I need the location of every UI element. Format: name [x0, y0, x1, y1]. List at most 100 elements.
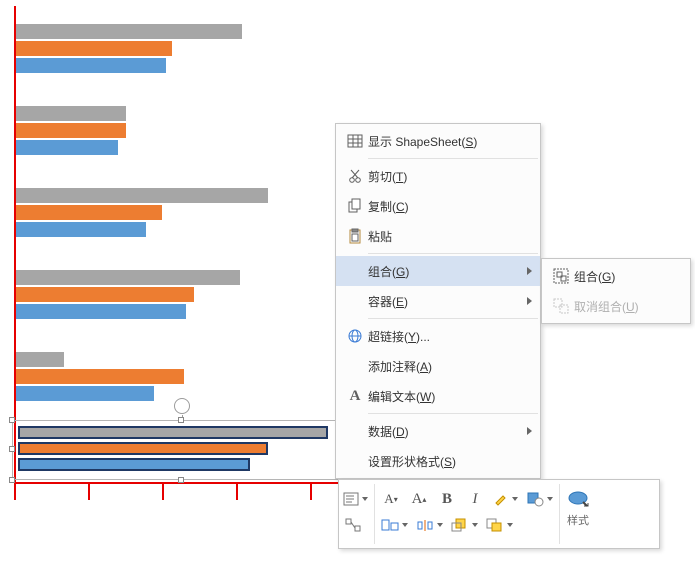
bar[interactable]: [16, 369, 184, 384]
text-icon: A: [342, 386, 368, 406]
selected-bar[interactable]: [18, 442, 268, 455]
resize-handle[interactable]: [178, 477, 184, 483]
highlight-button[interactable]: [493, 488, 518, 510]
context-menu: 显示 ShapeSheet(S) 剪切(T) 复制(C) 粘贴组合(G) 容器(E) 超链…: [335, 123, 541, 479]
selected-bar[interactable]: [18, 426, 328, 439]
menu-item[interactable]: 添加注释(A): [336, 351, 540, 381]
font-shrink-button[interactable]: A▾: [381, 488, 401, 510]
menu-item-label: 粘贴: [368, 228, 520, 245]
resize-handle[interactable]: [9, 477, 15, 483]
bar[interactable]: [16, 205, 162, 220]
bar-group[interactable]: [16, 188, 268, 239]
bar[interactable]: [16, 386, 154, 401]
x-tick: [14, 482, 16, 500]
resize-handle[interactable]: [9, 446, 15, 452]
no-icon: [342, 356, 368, 376]
separator: [368, 413, 538, 414]
menu-item-label: 剪切(T): [368, 168, 520, 185]
menu-item: 取消组合(U): [542, 291, 690, 321]
separator: [368, 158, 538, 159]
no-icon: [342, 451, 368, 471]
resize-handle[interactable]: [9, 417, 15, 423]
submenu-arrow-icon: [527, 427, 532, 435]
menu-item[interactable]: 显示 ShapeSheet(S): [336, 126, 540, 156]
ungroup-icon: [548, 296, 574, 316]
bar-group[interactable]: [16, 270, 240, 321]
bar-group[interactable]: [16, 24, 242, 75]
font-grow-button[interactable]: A▴: [409, 488, 429, 510]
separator: [368, 318, 538, 319]
menu-item-label: 容器(E): [368, 293, 520, 310]
no-icon: [342, 421, 368, 441]
menu-item[interactable]: 数据(D): [336, 416, 540, 446]
resize-handle[interactable]: [178, 417, 184, 423]
styles-label: 样式: [566, 512, 590, 528]
bar[interactable]: [16, 41, 172, 56]
sheet-icon: [342, 131, 368, 151]
menu-item[interactable]: 粘贴: [336, 221, 540, 251]
selected-bar[interactable]: [18, 458, 250, 471]
bring-front-button[interactable]: [451, 514, 478, 536]
menu-item[interactable]: 容器(E): [336, 286, 540, 316]
x-tick: [310, 482, 312, 500]
menu-item[interactable]: 剪切(T): [336, 161, 540, 191]
menu-item[interactable]: 复制(C): [336, 191, 540, 221]
link-icon: [342, 326, 368, 346]
bar[interactable]: [16, 270, 240, 285]
menu-item-label: 添加注释(A): [368, 358, 520, 375]
connector-button[interactable]: [343, 514, 363, 536]
send-back-button[interactable]: [486, 514, 513, 536]
bar-group[interactable]: [16, 106, 126, 157]
selection-box[interactable]: [12, 420, 352, 480]
menu-item-label: 设置形状格式(S): [368, 453, 520, 470]
divider: [374, 484, 375, 544]
bar[interactable]: [16, 24, 242, 39]
format-shape-button[interactable]: [566, 488, 590, 510]
no-icon: [342, 261, 368, 281]
shape-fill-button[interactable]: [526, 488, 553, 510]
bar[interactable]: [16, 287, 194, 302]
paste-icon: [342, 226, 368, 246]
x-tick: [88, 482, 90, 500]
align-button[interactable]: [381, 514, 408, 536]
bar[interactable]: [16, 140, 118, 155]
menu-item-label: 超链接(Y)...: [368, 328, 520, 345]
rotate-handle-icon[interactable]: [174, 398, 190, 414]
menu-item-label: 数据(D): [368, 423, 520, 440]
menu-item-label: 组合(G): [368, 263, 520, 280]
x-tick: [236, 482, 238, 500]
bar[interactable]: [16, 352, 64, 367]
style-picker-button[interactable]: [343, 488, 368, 510]
copy-icon: [342, 196, 368, 216]
x-tick: [162, 482, 164, 500]
bar[interactable]: [16, 106, 126, 121]
bar-group[interactable]: [16, 352, 184, 403]
submenu-arrow-icon: [527, 267, 532, 275]
bar[interactable]: [16, 58, 166, 73]
bar[interactable]: [16, 304, 186, 319]
menu-item-label: 编辑文本(W): [368, 388, 520, 405]
selected-bars[interactable]: [18, 426, 346, 474]
menu-item[interactable]: 设置形状格式(S): [336, 446, 540, 476]
separator: [368, 253, 538, 254]
bold-button[interactable]: B: [437, 488, 457, 510]
submenu-arrow-icon: [527, 297, 532, 305]
bar[interactable]: [16, 222, 146, 237]
mini-toolbar: A▾ A▴ B I 样式: [338, 479, 660, 549]
italic-button[interactable]: I: [465, 488, 485, 510]
menu-item-label: 显示 ShapeSheet(S): [368, 133, 520, 150]
no-icon: [342, 291, 368, 311]
cut-icon: [342, 166, 368, 186]
menu-item[interactable]: 组合(G): [542, 261, 690, 291]
bar[interactable]: [16, 123, 126, 138]
group-icon: [548, 266, 574, 286]
menu-item[interactable]: 组合(G): [336, 256, 540, 286]
menu-item-label: 组合(G): [574, 268, 670, 285]
divider: [559, 484, 560, 544]
menu-item-label: 复制(C): [368, 198, 520, 215]
distribute-button[interactable]: [416, 514, 443, 536]
menu-item[interactable]: A编辑文本(W): [336, 381, 540, 411]
menu-item[interactable]: 超链接(Y)...: [336, 321, 540, 351]
menu-item-label: 取消组合(U): [574, 298, 670, 315]
bar[interactable]: [16, 188, 268, 203]
